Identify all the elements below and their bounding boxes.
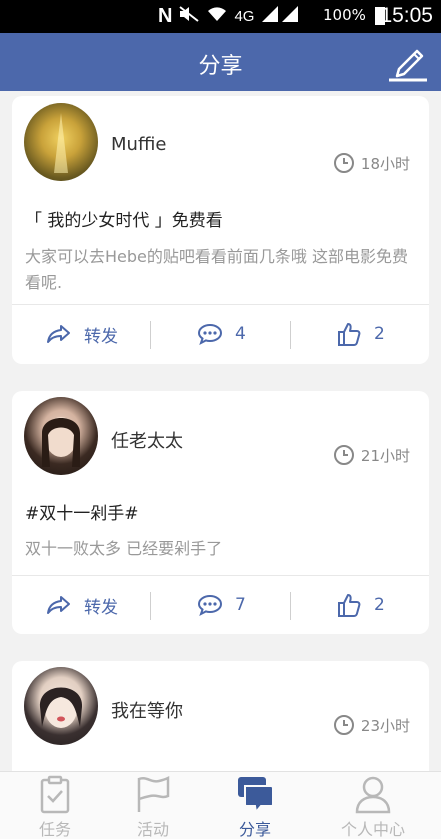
tab-label: 个人中心 (340, 820, 405, 839)
bottom-tab-bar: 任务 活动 分享 个人中心 (0, 771, 441, 839)
wifi-icon (206, 5, 228, 27)
avatar[interactable] (24, 397, 98, 475)
like-button[interactable]: 2 (336, 576, 385, 634)
tab-tasks[interactable]: 任务 (0, 772, 110, 839)
post-card[interactable]: 我在等你 23小时 (12, 661, 429, 771)
tab-profile[interactable]: 个人中心 (318, 772, 428, 839)
person-icon (355, 776, 391, 814)
share-arrow-icon (47, 325, 70, 343)
like-count: 2 (374, 324, 385, 344)
like-count: 2 (374, 595, 385, 615)
battery-percent: 100% (323, 6, 366, 24)
thumbs-up-icon (338, 323, 361, 346)
comment-icon (197, 594, 223, 617)
tab-activities[interactable]: 活动 (98, 772, 208, 839)
comment-button[interactable]: 7 (197, 576, 246, 634)
divider (150, 592, 151, 620)
post-actions: 转发 4 2 (12, 305, 429, 363)
post-time: 18小时 (333, 152, 410, 174)
post-feed[interactable]: Muffie 18小时 「 我的少女时代 」免费看 大家可以去Hebe的贴吧看看… (0, 91, 441, 771)
page-title: 分享 (198, 54, 243, 79)
tab-share[interactable]: 分享 (200, 772, 310, 839)
post-username[interactable]: 我在等你 (111, 697, 183, 723)
thumbs-up-icon (338, 594, 361, 617)
post-title: 「 我的少女时代 」免费看 (25, 211, 223, 231)
post-card[interactable]: Muffie 18小时 「 我的少女时代 」免费看 大家可以去Hebe的贴吧看看… (12, 96, 429, 364)
signal-icon (260, 5, 300, 27)
chat-bubbles-icon (238, 777, 274, 814)
post-time: 23小时 (333, 714, 410, 736)
clock-icon (333, 445, 354, 465)
divider (290, 592, 291, 620)
post-username[interactable]: 任老太太 (111, 427, 183, 453)
mute-icon (178, 5, 200, 27)
post-body: 双十一败太多 已经要剁手了 (25, 539, 223, 558)
post-body: 大家可以去Hebe的贴吧看看前面几条哦 这部电影免费看呢. (25, 247, 408, 292)
share-button[interactable]: 转发 (46, 576, 118, 634)
post-card[interactable]: 任老太太 21小时 #双十一剁手# 双十一败太多 已经要剁手了 转发 7 2 (12, 391, 429, 634)
post-time: 21小时 (333, 444, 410, 466)
network-4g-label: 4G (234, 7, 255, 25)
avatar[interactable] (24, 667, 98, 745)
status-bar: N 4G 100% 15:05 (0, 0, 441, 33)
n-icon: N (158, 4, 173, 27)
comment-button[interactable]: 4 (197, 305, 246, 363)
compose-button[interactable] (387, 43, 429, 83)
tab-label: 活动 (136, 820, 169, 839)
post-username[interactable]: Muffie (111, 134, 166, 155)
tab-label: 分享 (238, 820, 271, 839)
comment-icon (197, 323, 223, 346)
post-title: #双十一剁手# (25, 504, 139, 524)
clipboard-icon (40, 775, 70, 814)
divider (150, 321, 151, 349)
status-time: 15:05 (380, 4, 433, 27)
comment-count: 7 (235, 595, 246, 615)
pencil-icon (389, 49, 427, 82)
divider (290, 321, 291, 349)
comment-count: 4 (235, 324, 246, 344)
header-bar: 分享 (0, 33, 441, 91)
post-actions: 转发 7 2 (12, 576, 429, 634)
clock-icon (333, 715, 354, 735)
share-button[interactable]: 转发 (46, 305, 118, 363)
avatar[interactable] (24, 103, 98, 181)
tab-label: 任务 (38, 820, 71, 839)
flag-icon (137, 775, 170, 812)
clock-icon (333, 153, 354, 173)
like-button[interactable]: 2 (336, 305, 385, 363)
share-arrow-icon (47, 596, 70, 614)
